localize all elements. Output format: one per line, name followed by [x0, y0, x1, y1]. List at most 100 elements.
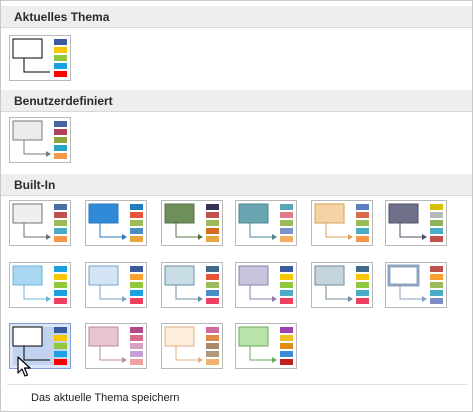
builtin-theme-tile-10[interactable] — [235, 262, 297, 308]
connector-line — [23, 58, 50, 73]
shape-preview — [12, 120, 43, 141]
color-swatch — [430, 274, 443, 280]
color-swatch — [130, 204, 143, 210]
color-swatch — [206, 204, 219, 210]
color-swatch — [130, 266, 143, 272]
builtin-theme-tile-8[interactable] — [85, 262, 147, 308]
color-swatch — [206, 228, 219, 234]
color-swatch — [280, 335, 293, 341]
shape-preview — [88, 326, 119, 347]
color-swatch — [54, 335, 67, 341]
color-swatch — [206, 351, 219, 357]
color-swatch — [130, 335, 143, 341]
color-swatch — [54, 282, 67, 288]
theme-thumbnail-icon — [314, 203, 369, 242]
connector-line — [99, 346, 124, 361]
builtin-theme-tile-12[interactable] — [385, 262, 447, 308]
builtin-theme-tile-11[interactable] — [311, 262, 373, 308]
shape-preview — [238, 203, 269, 224]
color-swatch — [356, 266, 369, 272]
connector-line — [175, 285, 200, 300]
color-swatch — [130, 327, 143, 333]
color-swatch — [54, 327, 67, 333]
color-swatch — [430, 212, 443, 218]
connector-line — [249, 223, 274, 238]
color-swatch — [54, 129, 67, 135]
shape-preview — [314, 265, 345, 286]
arrow-head-icon — [122, 357, 127, 363]
color-swatch — [130, 236, 143, 242]
shape-preview — [88, 203, 119, 224]
connector-line — [249, 285, 274, 300]
shape-preview — [12, 265, 43, 286]
color-swatch — [130, 290, 143, 296]
color-swatch — [206, 282, 219, 288]
builtin-theme-tile-5[interactable] — [311, 200, 373, 246]
color-swatch — [54, 228, 67, 234]
shape-preview — [238, 265, 269, 286]
builtin-theme-tile-2[interactable] — [85, 200, 147, 246]
color-swatch — [206, 335, 219, 341]
builtin-theme-tile-6[interactable] — [385, 200, 447, 246]
arrow-head-icon — [198, 234, 203, 240]
color-swatch — [430, 220, 443, 226]
shape-preview — [164, 326, 195, 347]
theme-thumbnail-icon — [238, 265, 293, 304]
mouse-cursor-icon — [17, 356, 31, 377]
color-swatch — [280, 236, 293, 242]
connector-line — [99, 285, 124, 300]
color-swatch — [356, 290, 369, 296]
builtin-theme-tile-1[interactable] — [9, 200, 71, 246]
color-swatch — [54, 343, 67, 349]
custom-theme-tile[interactable] — [9, 117, 71, 163]
color-swatch — [356, 236, 369, 242]
builtin-theme-tile-3[interactable] — [161, 200, 223, 246]
shape-preview — [164, 265, 195, 286]
arrow-head-icon — [348, 234, 353, 240]
theme-thumbnail-icon — [12, 120, 67, 159]
theme-thumbnail-icon — [388, 203, 443, 242]
connector-line — [399, 223, 424, 238]
color-swatch — [130, 220, 143, 226]
color-swatch — [280, 359, 293, 365]
builtin-theme-tile-16[interactable] — [235, 323, 297, 369]
arrow-head-icon — [272, 357, 277, 363]
section-header-builtin: Built-In — [1, 174, 472, 196]
shape-preview — [88, 265, 119, 286]
color-swatch — [54, 359, 67, 365]
footer-separator — [7, 384, 467, 385]
color-swatch — [356, 228, 369, 234]
arrow-head-icon — [272, 296, 277, 302]
shape-preview — [238, 326, 269, 347]
color-swatch — [54, 121, 67, 127]
connector-line — [23, 285, 48, 300]
color-swatch — [54, 220, 67, 226]
color-swatch — [206, 290, 219, 296]
color-swatch — [54, 55, 67, 61]
color-swatch — [430, 282, 443, 288]
color-swatch — [280, 274, 293, 280]
shape-preview — [12, 203, 43, 224]
connector-line — [99, 223, 124, 238]
shape-preview — [12, 38, 43, 59]
builtin-theme-tile-14[interactable] — [85, 323, 147, 369]
save-current-theme-item[interactable]: Das aktuelle Thema speichern — [1, 387, 472, 409]
color-swatch — [206, 274, 219, 280]
arrow-head-icon — [198, 296, 203, 302]
color-swatch — [430, 228, 443, 234]
builtin-theme-tile-15[interactable] — [161, 323, 223, 369]
builtin-theme-tile-9[interactable] — [161, 262, 223, 308]
connector-line — [325, 285, 350, 300]
color-swatch — [430, 298, 443, 304]
color-swatch — [206, 359, 219, 365]
current-theme-tile[interactable] — [9, 35, 71, 81]
color-swatch — [130, 228, 143, 234]
color-swatch — [54, 153, 67, 159]
color-swatch — [280, 351, 293, 357]
color-swatch — [356, 204, 369, 210]
builtin-theme-tile-7[interactable] — [9, 262, 71, 308]
theme-thumbnail-icon — [12, 203, 67, 242]
color-swatch — [206, 236, 219, 242]
color-swatch — [206, 327, 219, 333]
builtin-theme-tile-4[interactable] — [235, 200, 297, 246]
